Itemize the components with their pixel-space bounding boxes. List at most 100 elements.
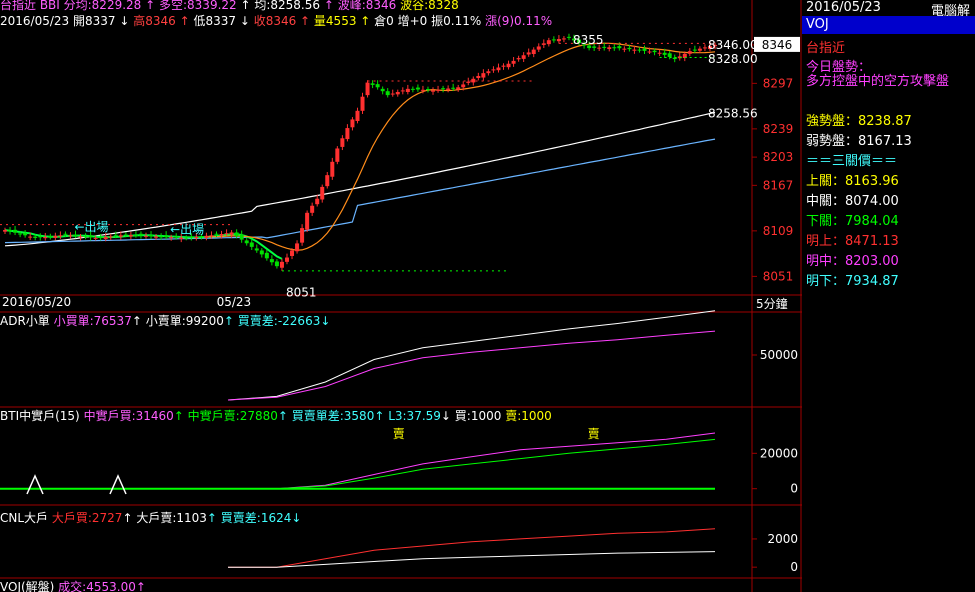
candle-body: [647, 51, 652, 53]
candle-body: [108, 236, 113, 238]
header-line1: 台指近 BBI 分均:8229.28 ↑ 多空:8339.22 ↑ 均:8258…: [0, 0, 459, 12]
annotation-label: 8346.00: [708, 38, 758, 52]
candle-body: [290, 250, 295, 256]
candle-body: [637, 49, 642, 51]
candle-body: [98, 237, 103, 239]
candle-body: [622, 48, 627, 50]
bti-y-tick-label: 0: [790, 482, 798, 496]
candle-body: [224, 233, 229, 235]
candle-body: [118, 235, 123, 237]
candle-body: [380, 88, 385, 92]
candle-body: [128, 235, 133, 237]
voj-header: VOJ(解盤) 成交:4553.00↑: [0, 579, 146, 592]
candle-body: [481, 73, 486, 78]
candle-body: [350, 119, 355, 128]
candle-body: [632, 49, 637, 51]
candle-body: [219, 234, 224, 236]
candle-body: [365, 82, 370, 96]
sidebar-code-bar[interactable]: VOJ: [802, 16, 975, 34]
sidebar-level-3: 明上：8471.13: [806, 234, 899, 249]
candle-body: [300, 228, 305, 243]
candle-body: [702, 47, 707, 49]
bti-marker-label: 賣: [588, 426, 600, 441]
candle-body: [662, 52, 667, 55]
cnl-y-tick-label: 2000: [767, 532, 798, 546]
candle-body: [516, 58, 521, 60]
candle-body: [264, 252, 269, 259]
adr-y-tick-label: 50000: [760, 348, 798, 362]
annotation-label: ←出場: [74, 220, 108, 234]
y-tick-label: 8297: [763, 76, 794, 90]
candle-body: [8, 230, 13, 232]
candle-body: [315, 198, 320, 205]
candle-body: [38, 236, 43, 238]
candle-body: [405, 88, 410, 92]
candle-body: [340, 138, 345, 147]
candle-body: [667, 53, 672, 57]
candle-body: [385, 91, 390, 96]
sidebar-three-title: ＝＝三關價＝＝: [806, 154, 898, 169]
candle-body: [471, 78, 476, 83]
chart-bg: [0, 0, 802, 592]
candle-body: [138, 233, 143, 236]
annotation-label: 8355: [573, 33, 604, 47]
candle-body: [390, 93, 395, 95]
candle-body: [491, 69, 496, 71]
candle-body: [461, 84, 466, 88]
candle-body: [617, 46, 622, 49]
candle-body: [53, 235, 58, 238]
candle-body: [179, 237, 184, 239]
candle-body: [325, 175, 330, 187]
sidebar-level-1: 中關：8074.00: [806, 194, 899, 209]
candle-body: [13, 229, 18, 233]
candle-body: [425, 89, 430, 91]
candle-body: [410, 88, 415, 90]
y-tick-label: 8203: [763, 150, 794, 164]
candle-body: [209, 235, 214, 237]
candle-body: [234, 232, 239, 237]
candle-body: [3, 230, 7, 232]
candle-body: [415, 87, 420, 90]
y-tick-label: 8109: [763, 224, 794, 238]
candle-body: [602, 46, 607, 48]
candle-body: [546, 40, 551, 45]
last-price-label: 8346: [762, 38, 793, 52]
candle-body: [330, 161, 335, 177]
candle-body: [506, 63, 511, 68]
sidebar-date-row: 2016/05/23 電腦解: [806, 0, 970, 19]
candle-body: [189, 236, 194, 238]
candle-body: [627, 47, 632, 50]
candle-body: [295, 243, 300, 252]
candle-body: [149, 235, 154, 237]
info-sidebar: 2016/05/23 電腦解 VOJ 台指近 今日盤勢： 多方控盤中的空方攻擊盤…: [802, 0, 975, 592]
sidebar-weak: 弱勢盤：8167.13: [806, 130, 912, 149]
candle-body: [43, 236, 48, 239]
candle-body: [597, 47, 602, 49]
candle-body: [551, 39, 556, 41]
candle-body: [451, 87, 456, 89]
candle-body: [93, 237, 98, 239]
candle-body: [556, 39, 561, 42]
candle-body: [697, 48, 702, 51]
adr-header: ADR小單 小買單:76537↑ 小賣單:99200↑ 買賣差:-22663↓: [0, 313, 330, 328]
candle-body: [531, 49, 536, 55]
candle-body: [169, 237, 174, 239]
candle-body: [360, 96, 365, 111]
candle-body: [274, 261, 279, 267]
sidebar-level-4: 明中：8203.00: [806, 254, 899, 269]
candle-body: [345, 128, 350, 140]
candle-body: [194, 236, 199, 239]
bti-marker-label: 賣: [393, 426, 405, 441]
candle-body: [496, 67, 501, 71]
candle-body: [58, 235, 63, 237]
candle-body: [259, 250, 264, 255]
sidebar-level-2: 下關：7984.04: [806, 214, 899, 229]
sidebar-date: 2016/05/23: [806, 0, 881, 15]
candle-body: [83, 236, 88, 238]
x-tick-label: 2016/05/20: [2, 295, 71, 309]
candle-body: [310, 205, 315, 213]
candle-body: [113, 234, 118, 236]
candle-body: [521, 55, 526, 59]
candle-body: [607, 47, 612, 50]
candle-body: [154, 236, 159, 238]
